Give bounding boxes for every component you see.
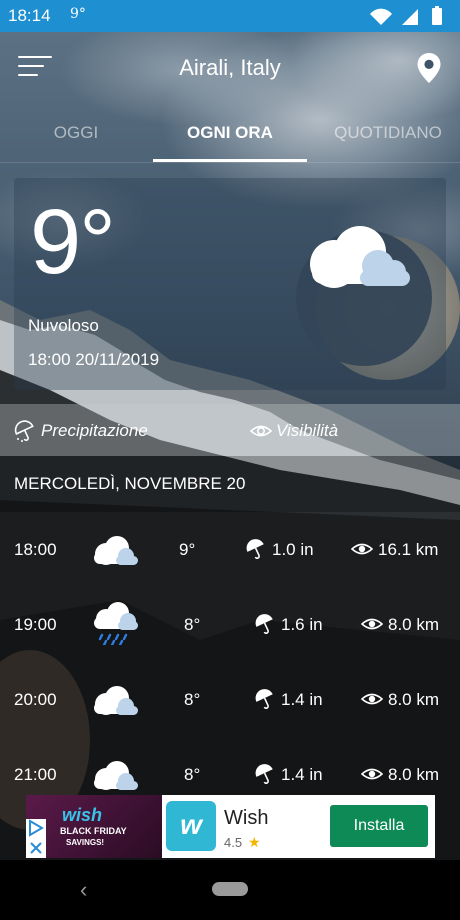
signal-icon bbox=[402, 9, 418, 25]
hour-temperature: 8° bbox=[184, 615, 201, 634]
ad-rating: 4.5 bbox=[224, 835, 243, 850]
hour-temperature: 8° bbox=[184, 765, 201, 784]
status-temperature: 9° bbox=[70, 6, 86, 22]
active-tab-indicator bbox=[153, 159, 307, 162]
tab-ogni-ora[interactable]: OGNI ORA bbox=[153, 123, 307, 143]
hour-temperature: 8° bbox=[184, 690, 201, 709]
hour-precipitation: 1.4 in bbox=[281, 690, 323, 709]
precipitation-column-label: Precipitazione bbox=[41, 421, 148, 440]
cloud-icon bbox=[94, 536, 138, 565]
tab-oggi[interactable]: OGGI bbox=[26, 123, 126, 143]
current-temperature: 9° bbox=[30, 191, 116, 293]
battery-icon bbox=[432, 6, 442, 25]
eye-icon bbox=[361, 618, 383, 630]
hour-visibility: 8.0 km bbox=[388, 765, 440, 784]
eye-icon bbox=[361, 693, 383, 705]
star-icon: ★ bbox=[248, 834, 261, 850]
hour-precipitation: 1.6 in bbox=[281, 615, 323, 634]
visibility-column-label: Visibilità bbox=[276, 421, 339, 440]
hour-time: 18:00 bbox=[14, 540, 57, 559]
wish-logo-letter: w bbox=[180, 809, 202, 840]
hour-time: 19:00 bbox=[14, 615, 57, 634]
eye-icon bbox=[361, 768, 383, 780]
hour-visibility: 8.0 km bbox=[388, 615, 440, 634]
tabs-divider bbox=[0, 162, 460, 163]
status-icons bbox=[370, 6, 442, 25]
current-condition: Nuvoloso bbox=[28, 316, 99, 335]
day-label: MERCOLEDÌ, NOVEMBRE 20 bbox=[14, 474, 246, 493]
eye-icon bbox=[250, 425, 272, 437]
wifi-icon bbox=[370, 8, 392, 25]
home-pill-icon[interactable] bbox=[212, 882, 248, 896]
map-pin-icon[interactable] bbox=[416, 52, 442, 84]
umbrella-icon bbox=[14, 420, 34, 442]
eye-icon bbox=[351, 543, 373, 555]
hourly-row[interactable]: 19:00 8° 1.6 in 8.0 km bbox=[0, 587, 460, 662]
ad-title[interactable]: Wish bbox=[224, 807, 268, 830]
hourly-row[interactable]: 18:00 9° 1.0 in 16.1 km bbox=[0, 512, 460, 587]
ad-image-subline: SAVINGS! bbox=[66, 838, 105, 847]
umbrella-icon bbox=[255, 689, 273, 709]
ad-image[interactable]: wish BLACK FRIDAY SAVINGS! bbox=[26, 795, 162, 858]
ad-image-headline: BLACK FRIDAY bbox=[60, 826, 127, 836]
rain-cloud-icon bbox=[94, 602, 138, 645]
install-button[interactable]: Installa bbox=[330, 805, 428, 847]
hour-time: 21:00 bbox=[14, 765, 57, 784]
app-screen: 18:14 9° Airali, Italy OGGI OGNI ORA QUO… bbox=[0, 0, 460, 920]
umbrella-icon bbox=[246, 539, 264, 559]
hour-temperature: 9° bbox=[179, 540, 196, 559]
cloud-icon bbox=[310, 226, 410, 288]
hour-precipitation: 1.4 in bbox=[281, 765, 323, 784]
umbrella-icon bbox=[255, 614, 273, 634]
hour-visibility: 16.1 km bbox=[378, 540, 439, 559]
cloud-icon bbox=[94, 761, 138, 790]
status-time: 18:14 bbox=[8, 6, 51, 25]
current-datetime: 18:00 20/11/2019 bbox=[28, 350, 160, 369]
hour-precipitation: 1.0 in bbox=[272, 540, 314, 559]
wish-app-logo[interactable]: w bbox=[166, 801, 216, 851]
hour-visibility: 8.0 km bbox=[388, 690, 440, 709]
hour-time: 20:00 bbox=[14, 690, 57, 709]
cloud-icon bbox=[94, 686, 138, 715]
hourly-row[interactable]: 20:00 8° 1.4 in 8.0 km bbox=[0, 662, 460, 737]
back-icon[interactable]: ‹ bbox=[80, 877, 87, 903]
ad-image-brand: wish bbox=[62, 805, 103, 825]
tab-quotidiano[interactable]: QUOTIDIANO bbox=[318, 123, 458, 143]
umbrella-icon bbox=[255, 764, 273, 784]
page-title: Airali, Italy bbox=[179, 55, 281, 80]
ad-banner[interactable]: wish BLACK FRIDAY SAVINGS! w Wish 4.5 ★ … bbox=[26, 795, 435, 858]
ad-choices-icon[interactable] bbox=[26, 819, 46, 858]
